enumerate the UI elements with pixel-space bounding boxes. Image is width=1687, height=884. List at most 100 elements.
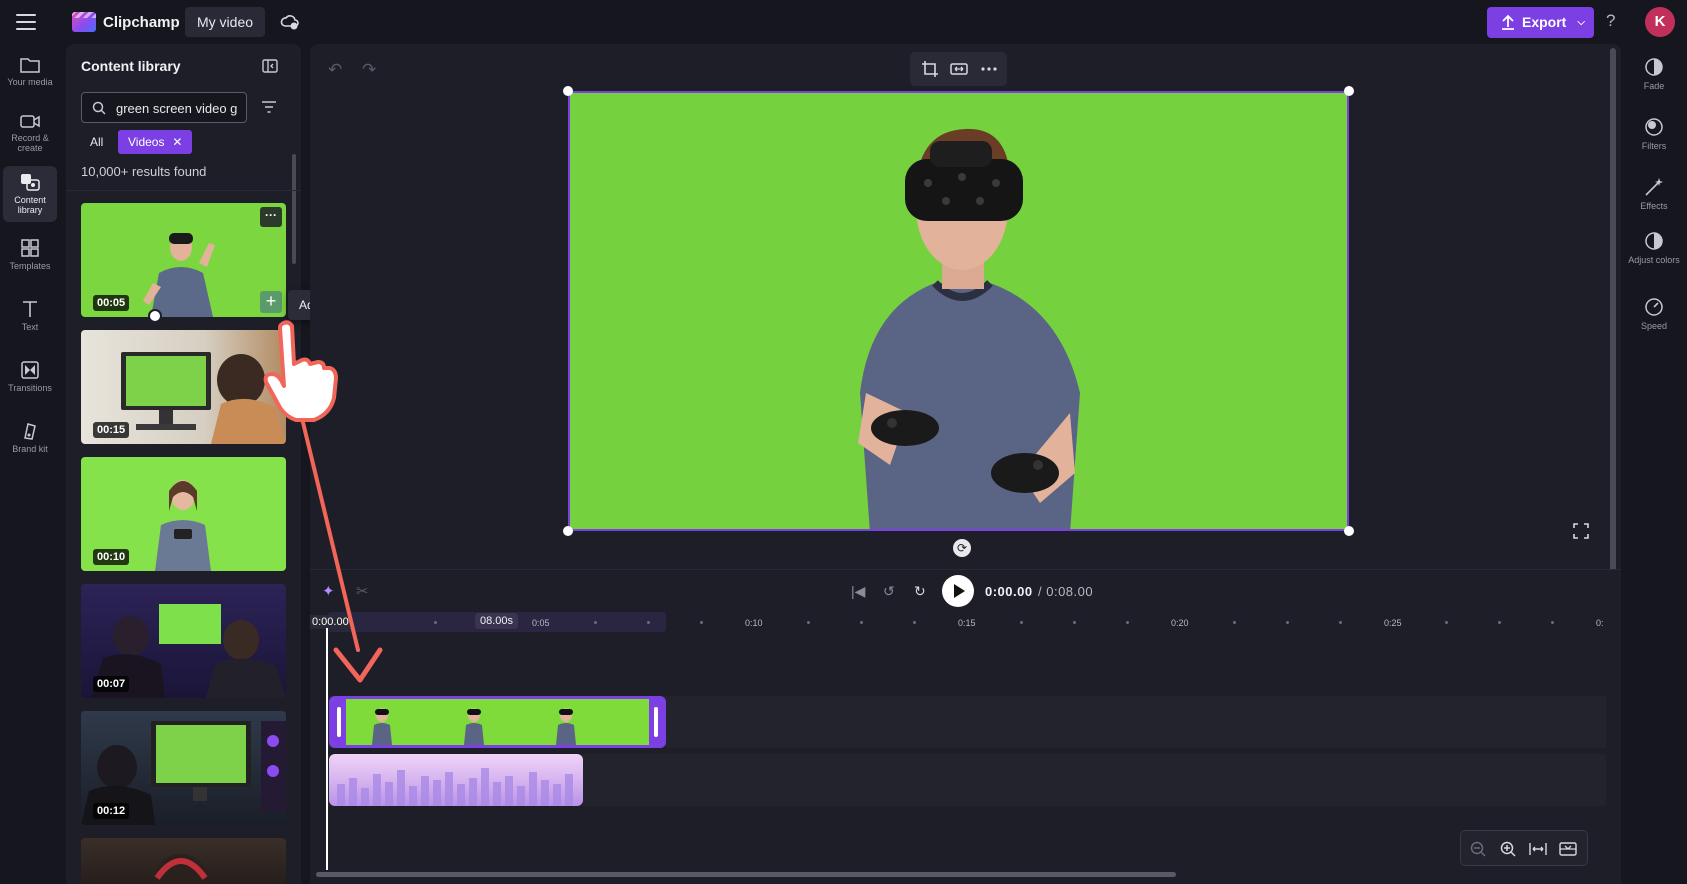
video-thumbnail[interactable]: 00:10: [81, 457, 286, 571]
panel-scrollbar[interactable]: [292, 154, 296, 264]
duration-badge: 00:15: [93, 422, 130, 438]
expand-timeline-icon[interactable]: [1559, 840, 1577, 858]
results-count: 10,000+ results found: [81, 164, 207, 179]
collapse-panel-icon[interactable]: [262, 59, 278, 73]
magic-sparkle-icon[interactable]: ✦: [322, 582, 335, 600]
search-icon: [92, 101, 106, 115]
ruler-tick: [1551, 621, 1554, 624]
zoom-out-icon[interactable]: [1469, 840, 1487, 858]
sidebar-item-your-media[interactable]: Your media: [3, 56, 57, 87]
rewind-5-icon[interactable]: ↺: [883, 583, 895, 600]
sidebar-item-label: Record & create: [11, 133, 49, 153]
sidebar-item-label: Transitions: [8, 383, 52, 393]
property-label: Fade: [1643, 81, 1665, 91]
sidebar-item-label: Templates: [9, 261, 51, 271]
ruler-tick: [1445, 621, 1448, 624]
duration-badge: 00:07: [93, 676, 130, 692]
property-label: Effects: [1640, 201, 1668, 211]
filter-chip-all[interactable]: All: [90, 135, 103, 149]
undo-icon[interactable]: ↶: [328, 60, 342, 80]
add-to-timeline-button[interactable]: +: [260, 291, 282, 313]
play-button[interactable]: [942, 575, 974, 607]
ruler-tick: [1339, 621, 1342, 624]
ruler-tick: [1233, 621, 1236, 624]
property-fade[interactable]: Fade: [1621, 56, 1687, 91]
rotate-icon[interactable]: ⟳: [953, 539, 971, 557]
ruler-label: 0:25: [1384, 618, 1402, 628]
clipchamp-logo-icon: [72, 12, 96, 32]
divider: [66, 190, 301, 191]
sidebar-item-templates[interactable]: Templates: [3, 238, 57, 271]
search-input[interactable]: [116, 99, 242, 117]
forward-5-icon[interactable]: ↻: [914, 583, 926, 600]
export-button[interactable]: Export ⌵: [1487, 7, 1594, 38]
ruler-tick: [700, 621, 703, 624]
horizontal-scrollbar[interactable]: [316, 872, 1176, 877]
avatar[interactable]: K: [1645, 7, 1675, 37]
resize-handle[interactable]: [563, 86, 573, 96]
ruler-tick: [434, 621, 437, 624]
more-options-button[interactable]: ···: [260, 207, 282, 227]
property-label: Adjust colors: [1628, 255, 1680, 265]
clip-duration-badge: 08.00s: [475, 613, 519, 629]
cloud-sync-icon[interactable]: [280, 12, 300, 32]
transitions-icon: [21, 361, 39, 379]
playhead[interactable]: [326, 628, 328, 870]
chevron-down-icon: ⌵: [1577, 17, 1585, 28]
redo-icon[interactable]: ↷: [362, 60, 376, 80]
sidebar-item-content-library[interactable]: Content library: [3, 166, 57, 222]
sidebar-item-transitions[interactable]: Transitions: [3, 360, 57, 393]
resize-handle[interactable]: [1344, 86, 1354, 96]
sidebar-item-record-create[interactable]: Record & create: [3, 112, 57, 153]
property-filters[interactable]: Filters: [1621, 116, 1687, 151]
templates-icon: [21, 239, 39, 257]
folder-icon: [20, 58, 40, 73]
video-clip[interactable]: [329, 696, 666, 748]
sidebar-item-label: Your media: [7, 77, 53, 87]
help-icon[interactable]: ?: [1606, 11, 1615, 31]
ruler-tick: [1286, 621, 1289, 624]
text-icon: [23, 301, 37, 317]
audio-clip[interactable]: [329, 754, 583, 806]
more-icon[interactable]: [980, 60, 998, 78]
video-thumbnail[interactable]: [81, 838, 286, 884]
sidebar-item-label: Content library: [14, 195, 46, 215]
zoom-controls: [1460, 830, 1588, 866]
video-name-field[interactable]: My video: [185, 7, 266, 37]
audio-waveform: [337, 768, 573, 806]
video-thumbnail[interactable]: 00:12: [81, 711, 286, 825]
zoom-in-icon[interactable]: [1499, 840, 1517, 858]
filters-icon: [1645, 118, 1663, 136]
filter-icon[interactable]: [261, 100, 277, 114]
video-canvas[interactable]: [568, 91, 1349, 531]
current-time: 0:00.00: [985, 584, 1033, 599]
property-adjust-colors[interactable]: Adjust colors: [1621, 230, 1687, 265]
duration-badge: 00:12: [93, 803, 130, 819]
property-speed[interactable]: Speed: [1621, 296, 1687, 331]
ruler-label: 0:10: [745, 618, 763, 628]
ruler-tick: [807, 621, 810, 624]
video-thumbnail[interactable]: 00:15: [81, 330, 286, 444]
right-sidebar: Fade Filters Effects Adjust colors Speed: [1621, 44, 1687, 884]
video-thumbnail[interactable]: ··· + 00:05: [81, 203, 286, 317]
fit-icon[interactable]: [950, 60, 968, 78]
fit-timeline-icon[interactable]: [1529, 840, 1547, 858]
resize-handle[interactable]: [563, 526, 573, 536]
sidebar-item-brand-kit[interactable]: Brand kit: [3, 421, 57, 454]
video-thumbnail[interactable]: 00:07: [81, 584, 286, 698]
sidebar-item-text[interactable]: Text: [3, 299, 57, 332]
fullscreen-icon[interactable]: [1573, 523, 1589, 539]
menu-icon[interactable]: [16, 14, 36, 30]
camera-icon: [20, 115, 40, 128]
close-icon[interactable]: ✕: [172, 130, 182, 154]
split-icon[interactable]: ✂: [356, 582, 369, 600]
top-bar: Clipchamp My video Export ⌵ ? K: [0, 0, 1687, 44]
skip-back-icon[interactable]: |◀: [851, 583, 865, 600]
resize-handle[interactable]: [1344, 526, 1354, 536]
effects-icon: [1645, 178, 1663, 196]
crop-icon[interactable]: [921, 60, 939, 78]
scrub-handle[interactable]: [148, 309, 162, 323]
content-library-panel: Content library All Videos ✕ 10,000+ res…: [66, 44, 301, 884]
property-effects[interactable]: Effects: [1621, 176, 1687, 211]
filter-chip-videos[interactable]: Videos ✕: [118, 130, 193, 154]
